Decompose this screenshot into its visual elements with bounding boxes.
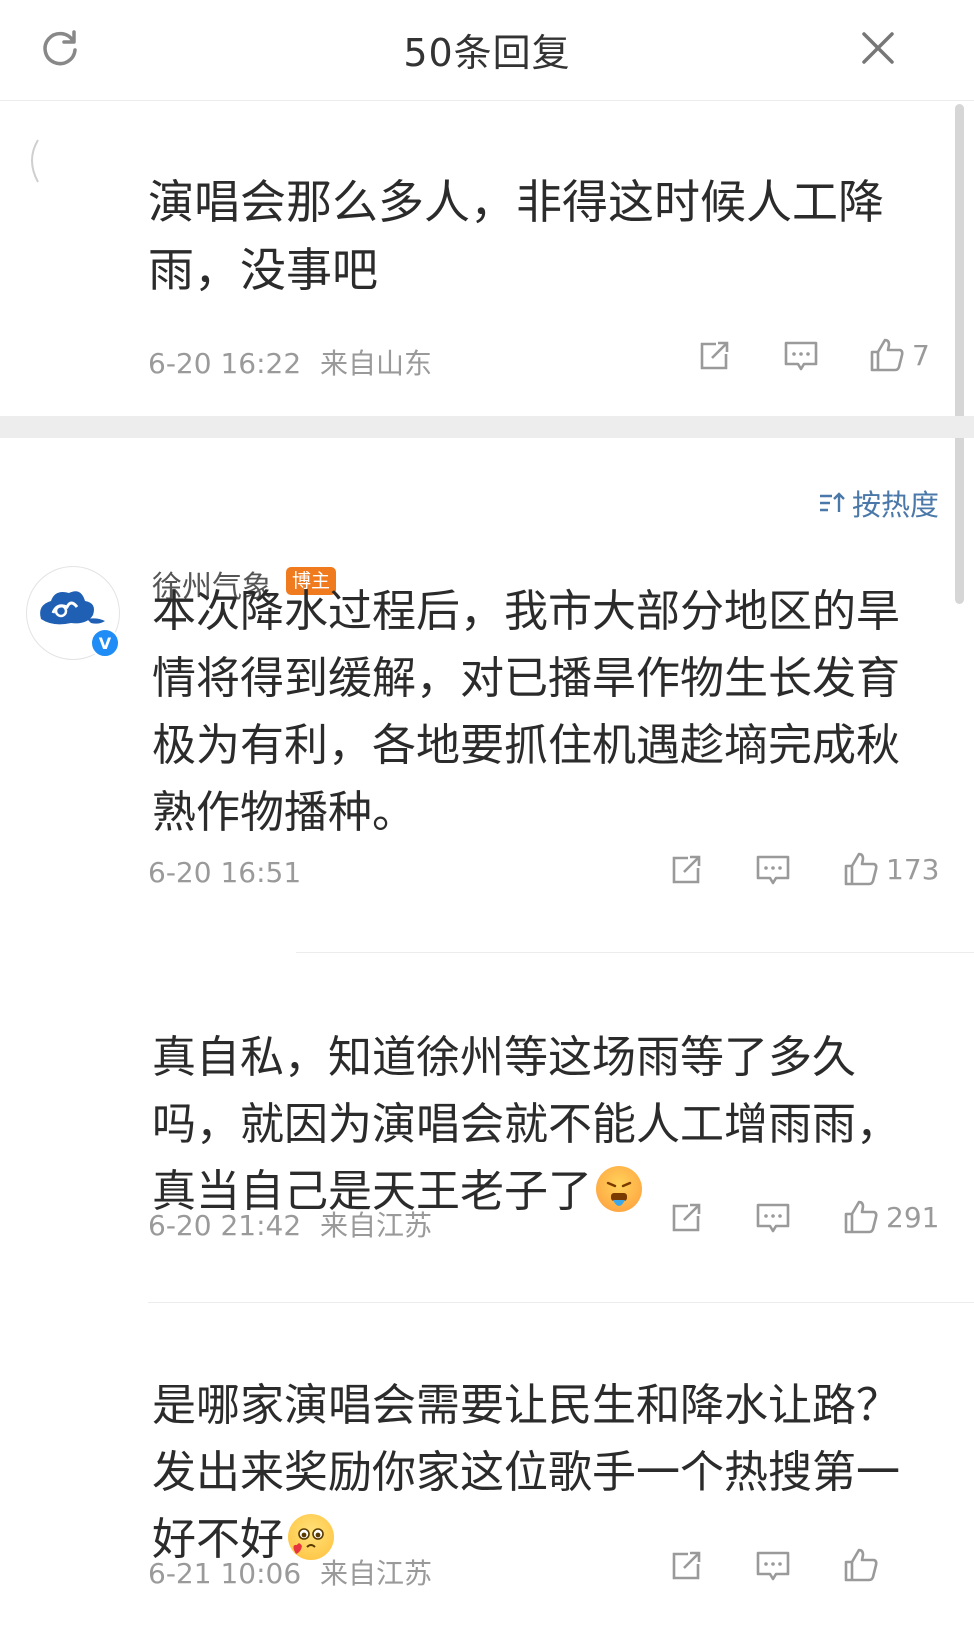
sort-icon: [820, 492, 845, 512]
reply-time: 6-20 21:42: [148, 1209, 302, 1242]
reply-text: 本次降水过程后，我市大部分地区的旱情将得到缓解，对已播旱作物生长发育极为有利，各…: [152, 586, 900, 838]
scrollbar[interactable]: [955, 104, 964, 604]
share-button[interactable]: [696, 338, 732, 374]
sort-by-hot-button[interactable]: 按热度: [818, 482, 939, 524]
verified-badge-icon: V: [90, 628, 120, 658]
share-button[interactable]: [668, 852, 704, 888]
share-button[interactable]: [668, 1548, 704, 1584]
like-count: 7: [912, 338, 930, 372]
page-title: 50条回复: [403, 31, 571, 75]
share-icon: [672, 1551, 701, 1580]
comment-button[interactable]: [754, 1200, 792, 1236]
share-button[interactable]: [668, 1200, 704, 1236]
share-icon: [700, 341, 729, 370]
avatar-edge-icon: [31, 139, 39, 183]
reply-text-content: 是哪家演唱会需要让民生和降水让路？发出来奖励你家这位歌手一个热搜第一好不好: [152, 1380, 900, 1565]
post-location: 来自山东: [320, 347, 433, 380]
comment-icon: [756, 855, 790, 885]
thumbs-up-icon: [844, 1200, 878, 1234]
like-button[interactable]: 173: [842, 850, 939, 888]
section-separator: [0, 416, 974, 438]
reply-time: 6-20 16:51: [148, 856, 302, 889]
reply-text: 是哪家演唱会需要让民生和降水让路？发出来奖励你家这位歌手一个热搜第一好不好: [152, 1372, 922, 1573]
like-button[interactable]: 7: [868, 336, 930, 374]
divider: [148, 1302, 974, 1303]
close-button[interactable]: [850, 20, 906, 76]
reply-meta: 6-20 21:42 来自江苏: [148, 1204, 432, 1244]
sort-label: 按热度: [852, 488, 940, 522]
reply-text: 真自私，知道徐州等这场雨等了多久吗，就因为演唱会就不能人工增雨雨，真当自己是天王…: [152, 1024, 922, 1225]
reply-text-content: 真自私，知道徐州等这场雨等了多久吗，就因为演唱会就不能人工增雨雨，真当自己是天王…: [152, 1032, 900, 1217]
main-post-meta: 6-20 16:22 来自山东: [148, 342, 432, 382]
reply-meta: 6-20 16:51: [148, 856, 301, 889]
comment-button[interactable]: [754, 1548, 792, 1584]
reply-location: 来自江苏: [320, 1209, 433, 1242]
share-icon: [672, 855, 701, 884]
divider: [296, 952, 974, 953]
thumbs-up-icon: [844, 1548, 878, 1582]
thumbs-up-icon: [844, 852, 878, 886]
comment-button[interactable]: [782, 338, 820, 374]
reply-time: 6-21 10:06: [148, 1557, 302, 1590]
thumbs-up-icon: [870, 338, 904, 372]
comment-button[interactable]: [754, 852, 792, 888]
like-button[interactable]: [842, 1546, 886, 1584]
share-icon: [672, 1203, 701, 1232]
like-count: 173: [886, 852, 940, 886]
comment-icon: [756, 1551, 790, 1581]
hot-face-emoji-icon: [596, 1166, 642, 1212]
post-time: 6-20 16:22: [148, 347, 302, 380]
like-button[interactable]: 291: [842, 1198, 939, 1236]
reply-location: 来自江苏: [320, 1557, 433, 1590]
comment-icon: [784, 341, 818, 371]
like-count: 291: [886, 1200, 940, 1234]
reply-meta: 6-21 10:06 来自江苏: [148, 1552, 432, 1592]
close-icon: [862, 32, 894, 64]
main-post-text: 演唱会那么多人，非得这时候人工降雨，没事吧: [148, 175, 884, 297]
comment-icon: [756, 1203, 790, 1233]
